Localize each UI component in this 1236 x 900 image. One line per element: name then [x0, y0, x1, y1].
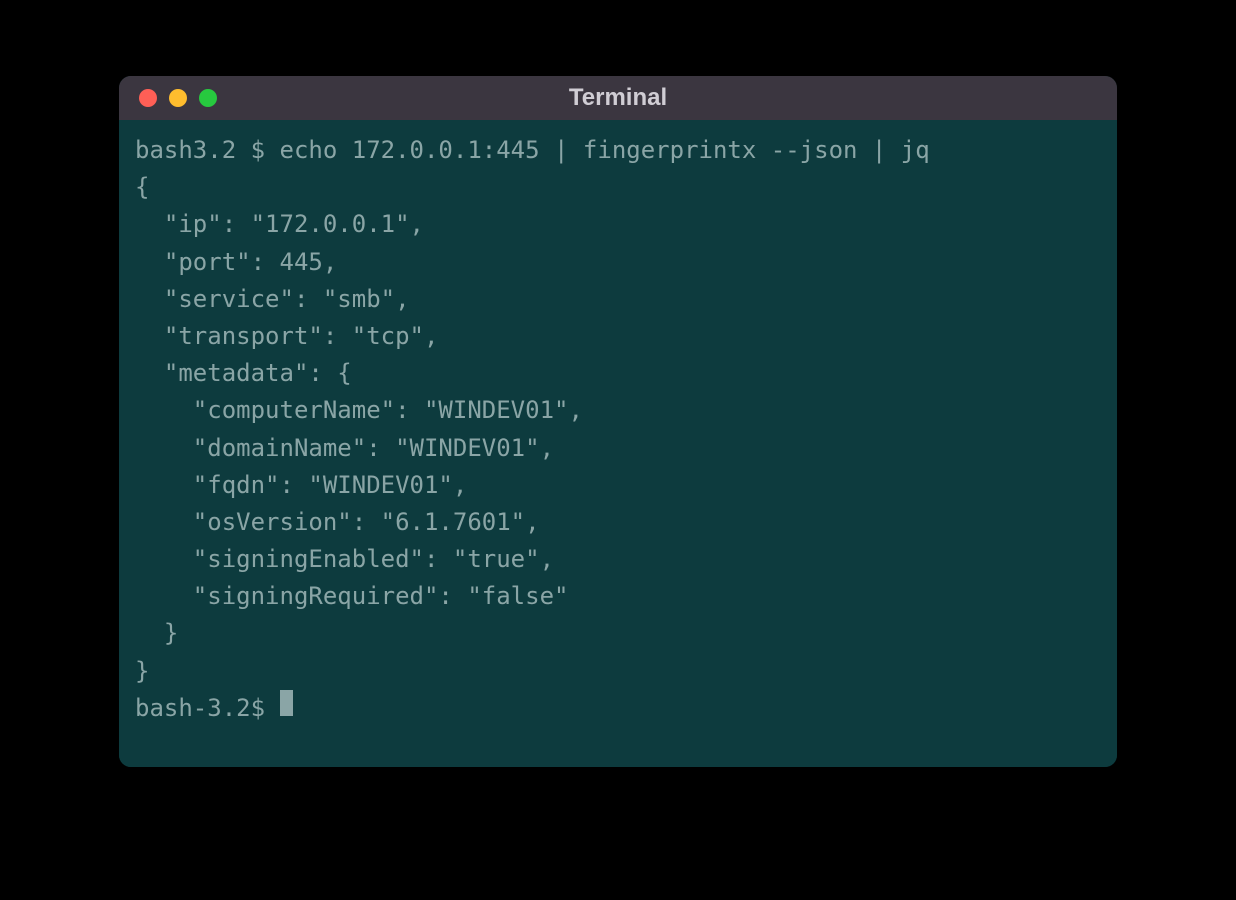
terminal-output-line: bash3.2 $ echo 172.0.0.1:445 | fingerpri… — [135, 132, 1101, 169]
terminal-output-line: } — [135, 615, 1101, 652]
window-title: Terminal — [569, 84, 667, 112]
close-icon[interactable] — [139, 89, 157, 107]
terminal-output-line: "signingEnabled": "true", — [135, 541, 1101, 578]
terminal-output-line: "metadata": { — [135, 355, 1101, 392]
terminal-output-line: "osVersion": "6.1.7601", — [135, 504, 1101, 541]
terminal-output-line: "fqdn": "WINDEV01", — [135, 467, 1101, 504]
terminal-output-line: } — [135, 653, 1101, 690]
terminal-output-line: "ip": "172.0.0.1", — [135, 206, 1101, 243]
terminal-prompt-line[interactable]: bash-3.2$ — [135, 690, 1101, 727]
terminal-output-line: "domainName": "WINDEV01", — [135, 430, 1101, 467]
terminal-output-line: "service": "smb", — [135, 281, 1101, 318]
maximize-icon[interactable] — [199, 89, 217, 107]
minimize-icon[interactable] — [169, 89, 187, 107]
terminal-output-line: "computerName": "WINDEV01", — [135, 392, 1101, 429]
terminal-output-line: { — [135, 169, 1101, 206]
terminal-body[interactable]: bash3.2 $ echo 172.0.0.1:445 | fingerpri… — [119, 120, 1117, 767]
terminal-output-line: "transport": "tcp", — [135, 318, 1101, 355]
terminal-output-line: "signingRequired": "false" — [135, 578, 1101, 615]
terminal-prompt: bash-3.2$ — [135, 690, 280, 727]
terminal-output-line: "port": 445, — [135, 244, 1101, 281]
title-bar: Terminal — [119, 76, 1117, 120]
terminal-window: Terminal bash3.2 $ echo 172.0.0.1:445 | … — [119, 76, 1117, 767]
traffic-lights — [139, 89, 217, 107]
cursor-icon — [280, 690, 293, 716]
